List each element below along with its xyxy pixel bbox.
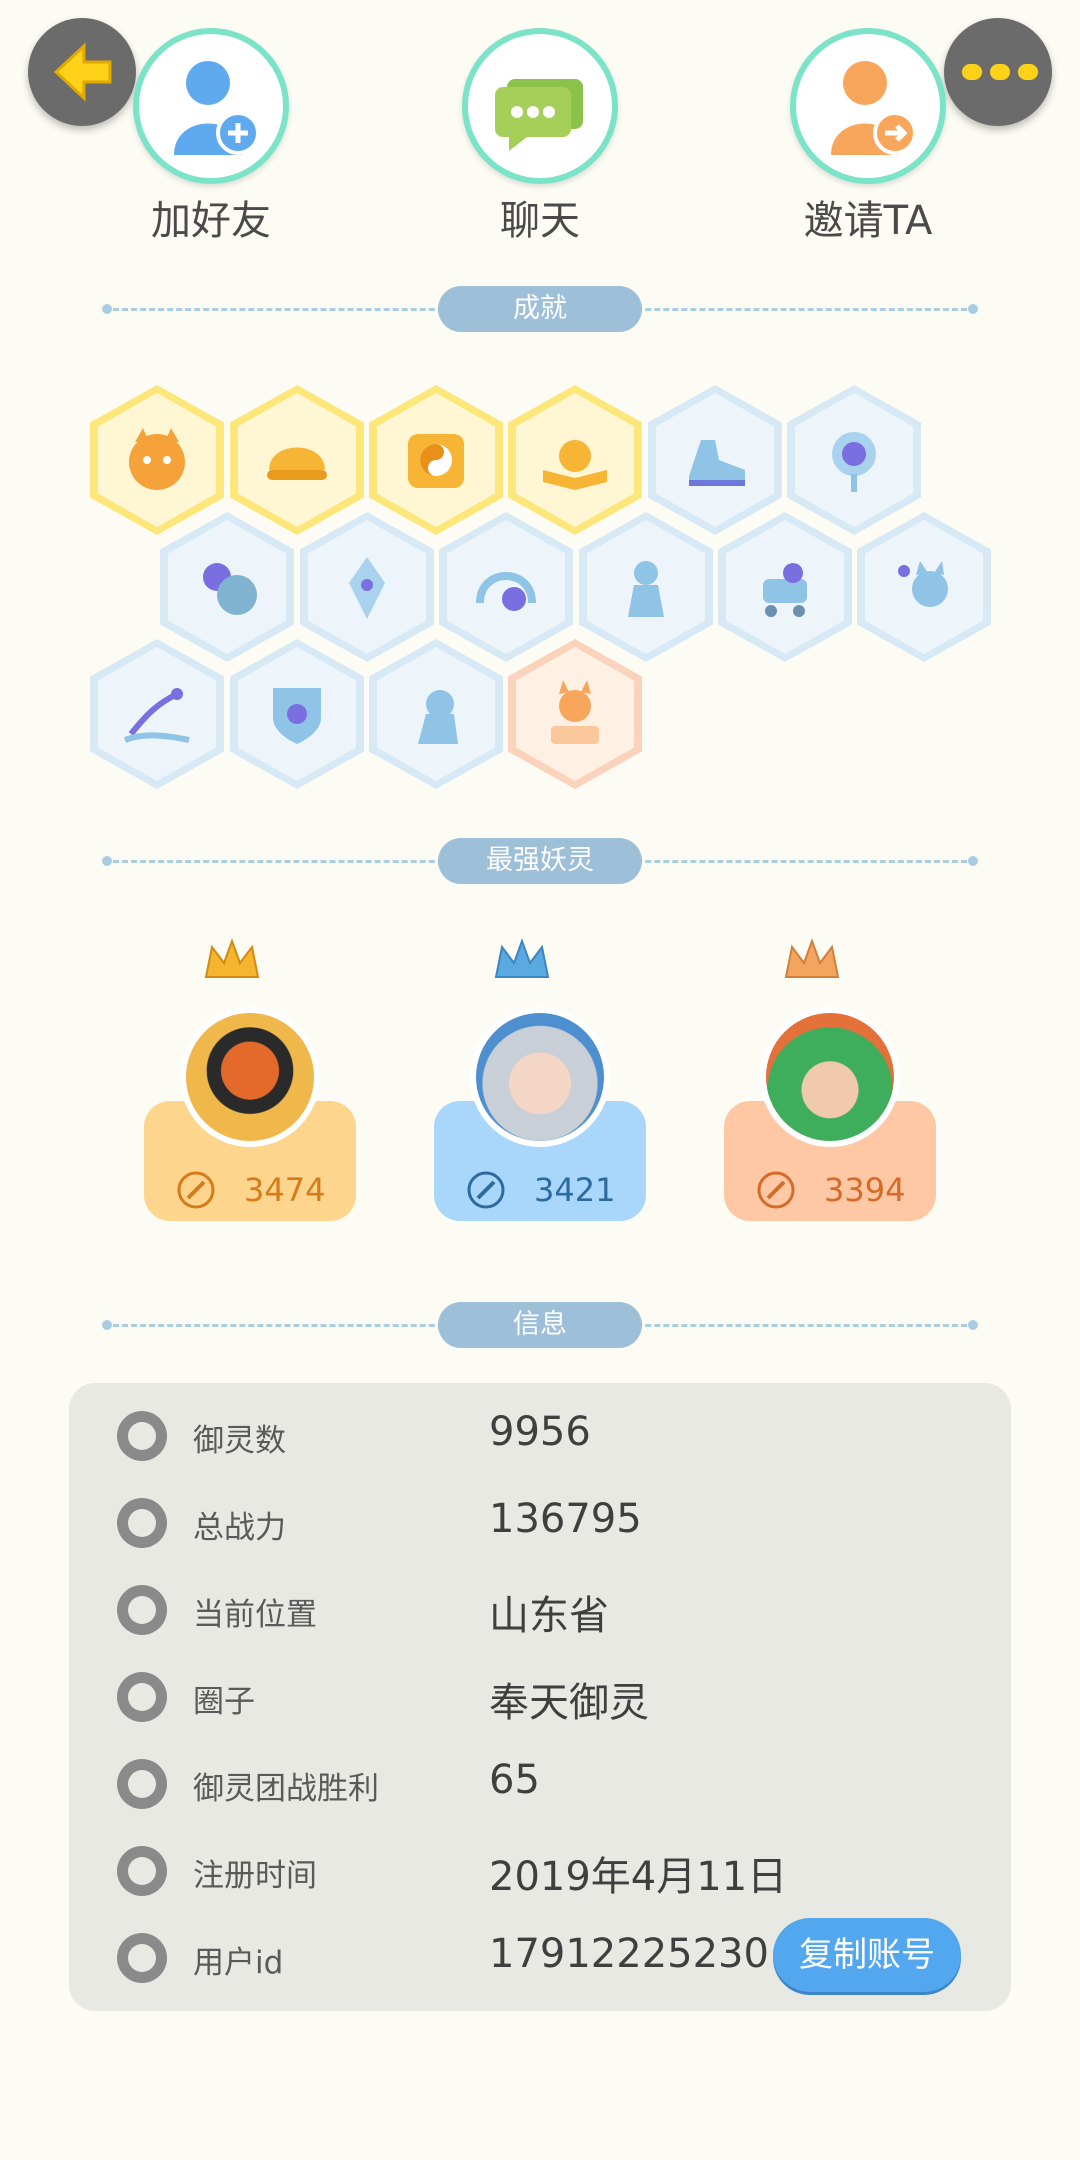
info-row-user-id: 用户id 17912225230 复制账号 [69, 1918, 1011, 1993]
sneaker-icon [689, 440, 745, 486]
horned-spirit-icon [551, 680, 599, 744]
blue-crown-icon [494, 938, 550, 978]
helmet-icon [267, 447, 327, 480]
info-label: 用户id [193, 1945, 284, 1981]
achievement-badge[interactable] [579, 512, 713, 662]
chat-label: 聊天 [500, 198, 580, 244]
achievement-badge[interactable] [90, 385, 224, 535]
add-friend-label: 加好友 [151, 198, 271, 244]
location-pin-icon [117, 1585, 167, 1635]
power-row: 3474 [144, 1165, 356, 1215]
achievement-badge[interactable] [648, 385, 782, 535]
achievement-badge[interactable] [90, 639, 224, 789]
open-book-icon [543, 440, 607, 490]
crystal-icon [349, 557, 385, 619]
achievements-title: 成就 [438, 286, 642, 332]
achievement-badge[interactable] [300, 512, 434, 662]
circle-target-icon [117, 1672, 167, 1722]
achievement-badge[interactable] [369, 639, 503, 789]
trophy-icon [117, 1759, 167, 1809]
gold-crown-icon [204, 938, 260, 978]
achievement-badge[interactable] [230, 385, 364, 535]
back-button[interactable] [28, 18, 136, 126]
info-row-team-wins: 御灵团战胜利 65 [69, 1749, 1011, 1819]
spirit-power: 3474 [244, 1171, 326, 1209]
achievement-badge[interactable] [508, 385, 642, 535]
sword-power-icon [177, 1171, 215, 1209]
spirit-power: 3394 [824, 1171, 906, 1209]
info-divider: 信息 [102, 1302, 978, 1348]
fox-statue-icon [418, 690, 458, 744]
chat-button[interactable]: 聊天 [455, 28, 625, 246]
achievements-divider: 成就 [102, 286, 978, 332]
more-dots-icon [962, 64, 1038, 80]
sword-power-icon [467, 1171, 505, 1209]
add-friend-button[interactable]: 加好友 [126, 28, 296, 246]
stroller-icon [763, 563, 807, 617]
dragon-icon [123, 688, 190, 743]
info-row-spirit-count: 御灵数 9956 [69, 1401, 1011, 1471]
spirit-avatar [760, 1007, 900, 1147]
info-label: 御灵数 [193, 1423, 286, 1459]
info-row-location: 当前位置 山东省 [69, 1575, 1011, 1645]
info-value: 136795 [489, 1496, 642, 1542]
copy-account-button[interactable]: 复制账号 [773, 1918, 961, 1992]
info-value: 2019年4月11日 [489, 1854, 788, 1900]
achievement-badge[interactable] [857, 512, 991, 662]
chat-icon [462, 28, 618, 184]
info-value: 山东省 [489, 1593, 609, 1639]
cat-spirit-icon [898, 561, 948, 607]
info-label: 圈子 [193, 1684, 255, 1720]
info-value: 17912225230 [489, 1931, 769, 1977]
invite-button[interactable]: 邀请TA [783, 28, 953, 246]
swirl-icon [476, 572, 536, 611]
add-friend-icon [133, 28, 289, 184]
info-value: 奉天御灵 [489, 1680, 649, 1726]
moon-icon [203, 563, 257, 615]
spirit-count-icon [117, 1411, 167, 1461]
info-row-circle: 圈子 奉天御灵 [69, 1662, 1011, 1732]
info-row-register-time: 注册时间 2019年4月11日 [69, 1836, 1011, 1906]
invite-label: 邀请TA [803, 198, 933, 244]
sword-power-icon [757, 1171, 795, 1209]
back-arrow-icon [53, 42, 112, 102]
fox-face-icon [129, 428, 185, 490]
info-value: 9956 [489, 1409, 591, 1455]
achievement-badge[interactable] [369, 385, 503, 535]
more-button[interactable] [944, 18, 1052, 126]
strongest-title: 最强妖灵 [438, 838, 642, 884]
sword-icon [117, 1498, 167, 1548]
strongest-divider: 最强妖灵 [102, 838, 978, 884]
info-row-total-power: 总战力 136795 [69, 1488, 1011, 1558]
info-label: 当前位置 [193, 1597, 317, 1633]
spirit-avatar [180, 1007, 320, 1147]
id-card-icon [117, 1933, 167, 1983]
bronze-crown-icon [784, 938, 840, 978]
achievement-badge[interactable] [508, 639, 642, 789]
info-label: 注册时间 [193, 1858, 317, 1894]
info-value: 65 [489, 1757, 540, 1803]
shield-icon [273, 688, 321, 744]
achievement-badge[interactable] [230, 639, 364, 789]
info-panel: 御灵数 9956 总战力 136795 当前位置 山东省 圈子 奉天御灵 御灵团… [69, 1383, 1011, 2011]
invite-icon [790, 28, 946, 184]
achievement-badge[interactable] [160, 512, 294, 662]
info-label: 总战力 [193, 1510, 286, 1546]
clock-icon [117, 1846, 167, 1896]
achievement-badge[interactable] [718, 512, 852, 662]
spirit-power: 3421 [534, 1171, 616, 1209]
info-title: 信息 [438, 1302, 642, 1348]
info-label: 御灵团战胜利 [193, 1771, 379, 1807]
spirit-avatar [470, 1007, 610, 1147]
power-row: 3394 [724, 1165, 936, 1215]
spirit-statue-icon [628, 561, 664, 617]
power-row: 3421 [434, 1165, 646, 1215]
yin-yang-icon [408, 434, 464, 488]
orb-icon [832, 432, 876, 492]
achievement-badge[interactable] [787, 385, 921, 535]
achievement-badge[interactable] [439, 512, 573, 662]
